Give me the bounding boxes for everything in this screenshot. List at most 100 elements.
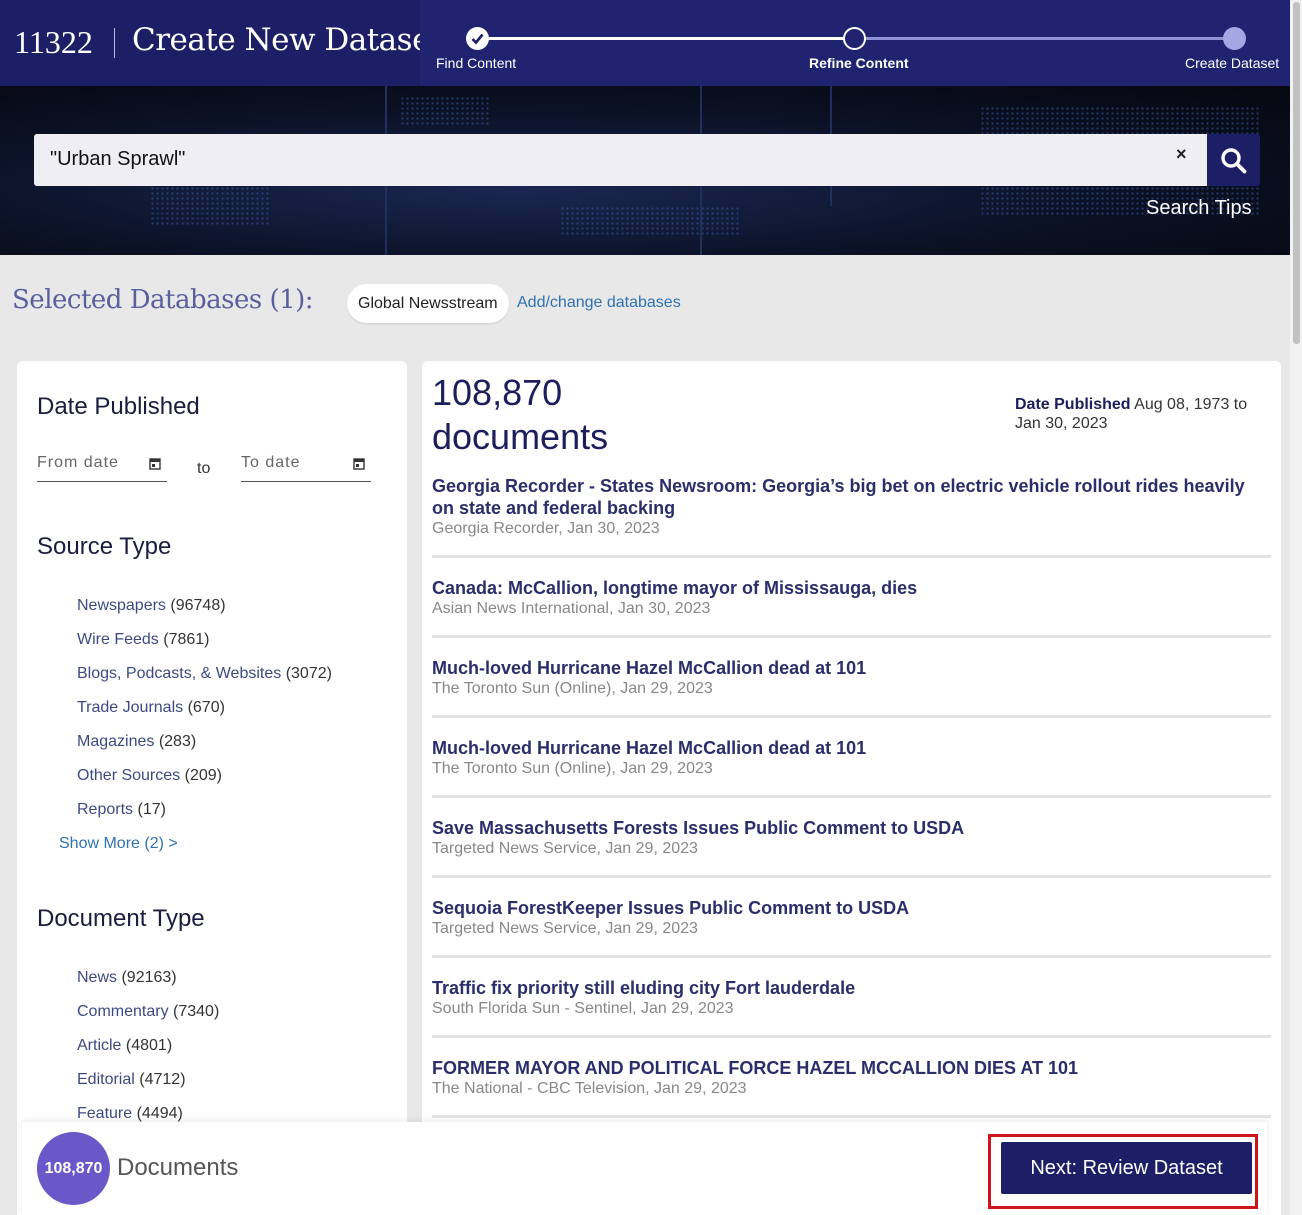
result-source: The Toronto Sun (Online), Jan 29, 2023: [432, 760, 713, 777]
step-connector-done: [478, 37, 855, 40]
header-divider: [114, 28, 115, 58]
result-item: Much-loved Hurricane Hazel McCallion dea…: [432, 737, 1271, 798]
filter-count: (4494): [136, 1105, 183, 1122]
filter-count: (4712): [139, 1071, 186, 1088]
result-item: Save Massachusetts Forests Issues Public…: [432, 817, 1271, 878]
filter-count: (92163): [121, 969, 177, 986]
source-filter-item[interactable]: Magazines (283): [77, 733, 196, 751]
source-filter-item[interactable]: Blogs, Podcasts, & Websites (3072): [77, 665, 332, 683]
result-item: FORMER MAYOR AND POLITICAL FORCE HAZEL M…: [432, 1057, 1271, 1118]
filter-label: Feature: [77, 1105, 133, 1122]
bottom-action-bar: 108,870 Documents Next: Review Dataset: [22, 1122, 1267, 1215]
filter-label: Trade Journals: [77, 699, 184, 716]
result-source: South Florida Sun - Sentinel, Jan 29, 20…: [432, 1000, 734, 1017]
result-title-link[interactable]: Much-loved Hurricane Hazel McCallion dea…: [432, 657, 1271, 679]
search-input[interactable]: [50, 148, 1150, 171]
background-pattern: [150, 186, 270, 226]
from-date-placeholder: From date: [37, 454, 119, 471]
result-title-link[interactable]: Traffic fix priority still eluding city …: [432, 977, 1271, 999]
calendar-icon[interactable]: [353, 457, 365, 470]
database-chip[interactable]: Global Newsstream: [347, 284, 509, 323]
doctype-filter-item[interactable]: Article (4801): [77, 1037, 172, 1055]
to-date-field[interactable]: To date: [241, 454, 371, 482]
step-create-dataset: [1223, 27, 1246, 50]
document-count-label: Documents: [117, 1154, 239, 1181]
step-label-create: Create Dataset: [1185, 55, 1280, 71]
show-more-source-link[interactable]: Show More (2) >: [59, 835, 178, 853]
from-date-field[interactable]: From date: [37, 454, 167, 482]
selected-databases-bar: Selected Databases (1): Global Newsstrea…: [0, 255, 1290, 350]
result-item: Canada: McCallion, longtime mayor of Mis…: [432, 577, 1271, 638]
source-filter-item[interactable]: Reports (17): [77, 801, 166, 819]
filter-label: News: [77, 969, 118, 986]
result-item: Georgia Recorder - States Newsroom: Geor…: [432, 475, 1271, 558]
filter-label: Magazines: [77, 733, 155, 750]
filter-count: (670): [187, 699, 225, 716]
result-item: Much-loved Hurricane Hazel McCallion dea…: [432, 657, 1271, 718]
step-label-refine: Refine Content: [809, 55, 909, 71]
date-to-word: to: [197, 460, 211, 477]
selected-databases-title: Selected Databases (1):: [12, 285, 314, 315]
filter-count: (209): [184, 767, 222, 784]
date-published-heading: Date Published: [37, 393, 200, 420]
add-change-databases-link[interactable]: Add/change databases: [517, 294, 681, 312]
page-title: Create New Dataset: [132, 22, 442, 58]
project-id: 11322: [14, 24, 93, 60]
doctype-filter-item[interactable]: Commentary (7340): [77, 1003, 219, 1021]
background-pattern: [560, 206, 740, 236]
search-icon: [1221, 148, 1247, 174]
filter-count: (4801): [125, 1037, 173, 1054]
step-find-content[interactable]: [466, 27, 489, 50]
filter-label: Other Sources: [77, 767, 181, 784]
result-title-link[interactable]: Save Massachusetts Forests Issues Public…: [432, 817, 1271, 839]
clear-icon[interactable]: ×: [1176, 144, 1187, 165]
source-filter-item[interactable]: Trade Journals (670): [77, 699, 225, 717]
filter-label: Wire Feeds: [77, 631, 159, 648]
search-box[interactable]: ×: [34, 134, 1207, 186]
page-scrollbar[interactable]: [1290, 0, 1302, 1215]
filter-label: Reports: [77, 801, 134, 818]
filter-count: (7861): [163, 631, 210, 648]
result-title-link[interactable]: Georgia Recorder - States Newsroom: Geor…: [432, 475, 1271, 519]
scrollbar-thumb[interactable]: [1293, 2, 1300, 344]
result-source: Georgia Recorder, Jan 30, 2023: [432, 520, 660, 537]
filter-label: Commentary: [77, 1003, 169, 1020]
result-source: The National - CBC Television, Jan 29, 2…: [432, 1080, 747, 1097]
result-source: Targeted News Service, Jan 29, 2023: [432, 840, 698, 857]
result-item: Traffic fix priority still eluding city …: [432, 977, 1271, 1038]
filter-panel: Date Published From date to To date Sour…: [17, 361, 407, 1215]
background-pattern: [400, 96, 490, 126]
result-title-link[interactable]: Sequoia ForestKeeper Issues Public Comme…: [432, 897, 1271, 919]
doctype-filter-item[interactable]: Editorial (4712): [77, 1071, 186, 1089]
result-source: Asian News International, Jan 30, 2023: [432, 600, 711, 617]
search-tips-link[interactable]: Search Tips: [1146, 197, 1252, 220]
doctype-filter-item[interactable]: News (92163): [77, 969, 177, 987]
result-item: Sequoia ForestKeeper Issues Public Comme…: [432, 897, 1271, 958]
filter-label: Editorial: [77, 1071, 135, 1088]
step-label-find[interactable]: Find Content: [436, 55, 516, 71]
result-title-link[interactable]: Canada: McCallion, longtime mayor of Mis…: [432, 577, 1271, 599]
to-date-placeholder: To date: [241, 454, 301, 471]
next-review-dataset-button[interactable]: Next: Review Dataset: [1001, 1142, 1252, 1194]
filter-label: Article: [77, 1037, 122, 1054]
source-filter-item[interactable]: Newspapers (96748): [77, 597, 226, 615]
calendar-icon[interactable]: [149, 457, 161, 470]
date-range-label: Date Published: [1015, 396, 1131, 413]
filter-count: (283): [158, 733, 197, 750]
filter-count: (3072): [285, 665, 332, 682]
source-filter-item[interactable]: Other Sources (209): [77, 767, 222, 785]
checkmark-icon: [471, 33, 484, 45]
result-count: 108,870 documents: [432, 371, 608, 459]
search-button[interactable]: [1207, 134, 1260, 186]
top-header: 11322 Create New Dataset Find Content Re…: [0, 0, 1290, 86]
filter-label: Newspapers: [77, 597, 166, 614]
step-refine-content: [843, 27, 866, 50]
result-title-link[interactable]: FORMER MAYOR AND POLITICAL FORCE HAZEL M…: [432, 1057, 1271, 1079]
result-count-label: documents: [432, 416, 609, 457]
result-title-link[interactable]: Much-loved Hurricane Hazel McCallion dea…: [432, 737, 1271, 759]
doctype-filter-item[interactable]: Feature (4494): [77, 1105, 183, 1123]
filter-label: Blogs, Podcasts, & Websites: [77, 665, 282, 682]
results-date-range: Date Published Aug 08, 1973 to Jan 30, 2…: [1015, 395, 1277, 433]
result-source: The Toronto Sun (Online), Jan 29, 2023: [432, 680, 713, 697]
source-filter-item[interactable]: Wire Feeds (7861): [77, 631, 210, 649]
